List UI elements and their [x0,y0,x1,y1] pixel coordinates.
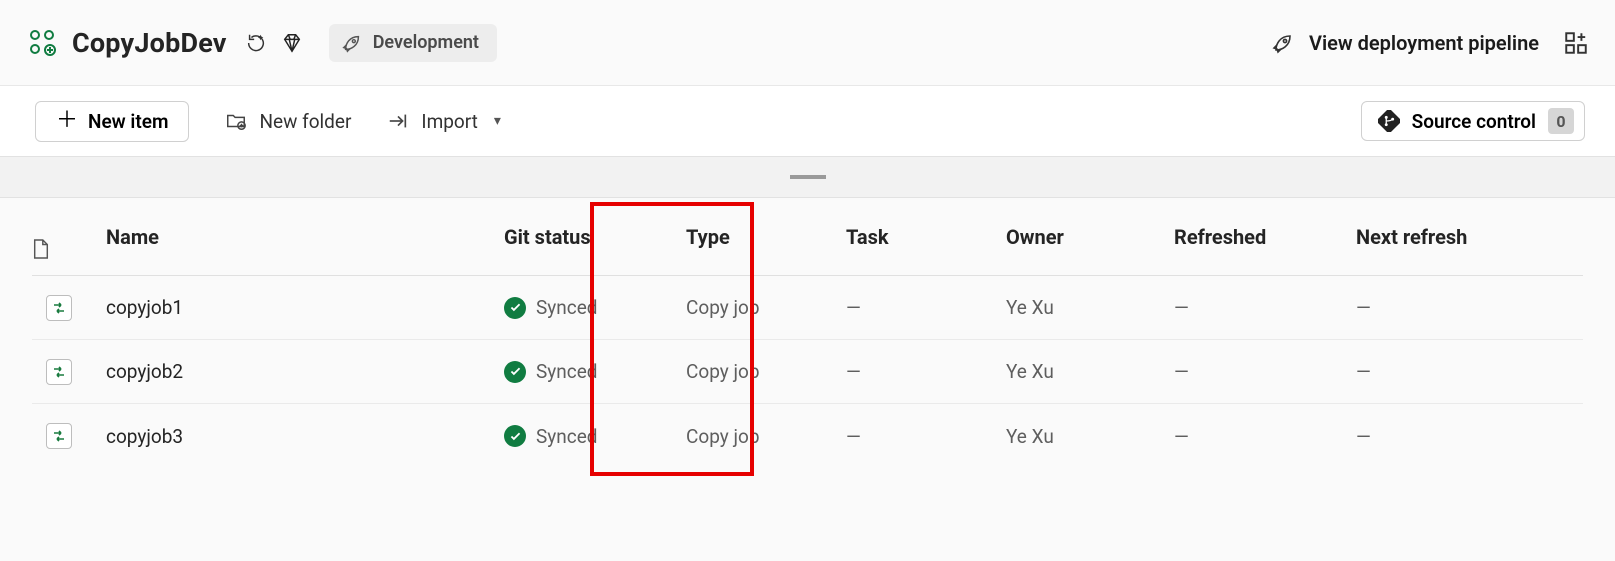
item-type-icon [32,295,106,321]
column-name[interactable]: Name [106,225,504,249]
git-status-text: Synced [536,360,598,383]
toolbar: ＋ New item New folder Import ▾ Source co [0,86,1615,156]
refreshed-cell: — [1174,425,1356,448]
table-row[interactable]: copyjob1 Synced Copy job — Ye Xu — — [32,276,1583,340]
owner-cell: Ye Xu [1006,296,1174,319]
refresh-ai-icon[interactable] [241,28,271,58]
owner-cell: Ye Xu [1006,425,1174,448]
type-cell: Copy job [686,360,846,383]
view-pipeline-label: View deployment pipeline [1309,31,1539,55]
rocket-icon [1271,31,1295,55]
item-name-link[interactable]: copyjob3 [106,425,183,448]
environment-chip[interactable]: Development [329,24,497,62]
rocket-icon [341,32,363,54]
task-cell: — [846,425,1006,448]
owner-cell: Ye Xu [1006,360,1174,383]
diamond-icon[interactable] [277,28,307,58]
column-type[interactable]: Type [686,225,846,249]
folder-plus-icon [225,110,247,132]
workspace-header: CopyJobDev Development View deploy [0,0,1615,86]
check-circle-icon [504,361,526,383]
item-type-icon [32,423,106,449]
new-folder-button[interactable]: New folder [225,110,351,133]
source-control-button[interactable]: Source control 0 [1361,101,1585,141]
workspace-title: CopyJobDev [72,27,227,59]
git-status-cell: Synced [504,360,686,383]
next-refresh-cell: — [1356,296,1566,319]
task-cell: — [846,296,1006,319]
resize-grip[interactable] [0,156,1615,198]
column-refreshed[interactable]: Refreshed [1174,225,1356,249]
type-cell: Copy job [686,296,846,319]
new-folder-label: New folder [259,110,351,133]
grip-icon [790,175,826,179]
table-row[interactable]: copyjob3 Synced Copy job — Ye Xu — — [32,404,1583,468]
items-table: Name Git status Type Task Owner Refreshe… [0,198,1615,468]
table-row[interactable]: copyjob2 Synced Copy job — Ye Xu — — [32,340,1583,404]
check-circle-icon [504,297,526,319]
column-icon-header [32,214,106,260]
item-name-link[interactable]: copyjob1 [106,296,183,319]
branch-icon [1378,110,1400,132]
column-owner[interactable]: Owner [1006,225,1174,249]
source-control-label: Source control [1412,110,1536,133]
chevron-down-icon: ▾ [494,113,501,129]
column-git-status[interactable]: Git status [504,225,686,249]
file-icon [32,238,106,260]
import-label: Import [421,110,477,133]
import-button[interactable]: Import ▾ [387,110,500,133]
item-type-icon [32,359,106,385]
column-next-refresh[interactable]: Next refresh [1356,225,1566,249]
refreshed-cell: — [1174,296,1356,319]
import-icon [387,110,409,132]
item-name-link[interactable]: copyjob2 [106,360,183,383]
source-control-count-badge: 0 [1548,108,1574,134]
table-header-row: Name Git status Type Task Owner Refreshe… [32,198,1583,276]
new-item-label: New item [88,110,168,133]
apps-icon[interactable] [1563,30,1589,56]
plus-icon: ＋ [56,110,78,132]
git-status-cell: Synced [504,296,686,319]
environment-label: Development [373,32,479,53]
workspace-icon [26,27,58,59]
task-cell: — [846,360,1006,383]
column-task[interactable]: Task [846,225,1006,249]
next-refresh-cell: — [1356,425,1566,448]
next-refresh-cell: — [1356,360,1566,383]
git-status-text: Synced [536,296,598,319]
view-pipeline-link[interactable]: View deployment pipeline [1271,31,1539,55]
git-status-cell: Synced [504,425,686,448]
git-status-text: Synced [536,425,598,448]
refreshed-cell: — [1174,360,1356,383]
new-item-button[interactable]: ＋ New item [35,101,189,142]
type-cell: Copy job [686,425,846,448]
check-circle-icon [504,425,526,447]
